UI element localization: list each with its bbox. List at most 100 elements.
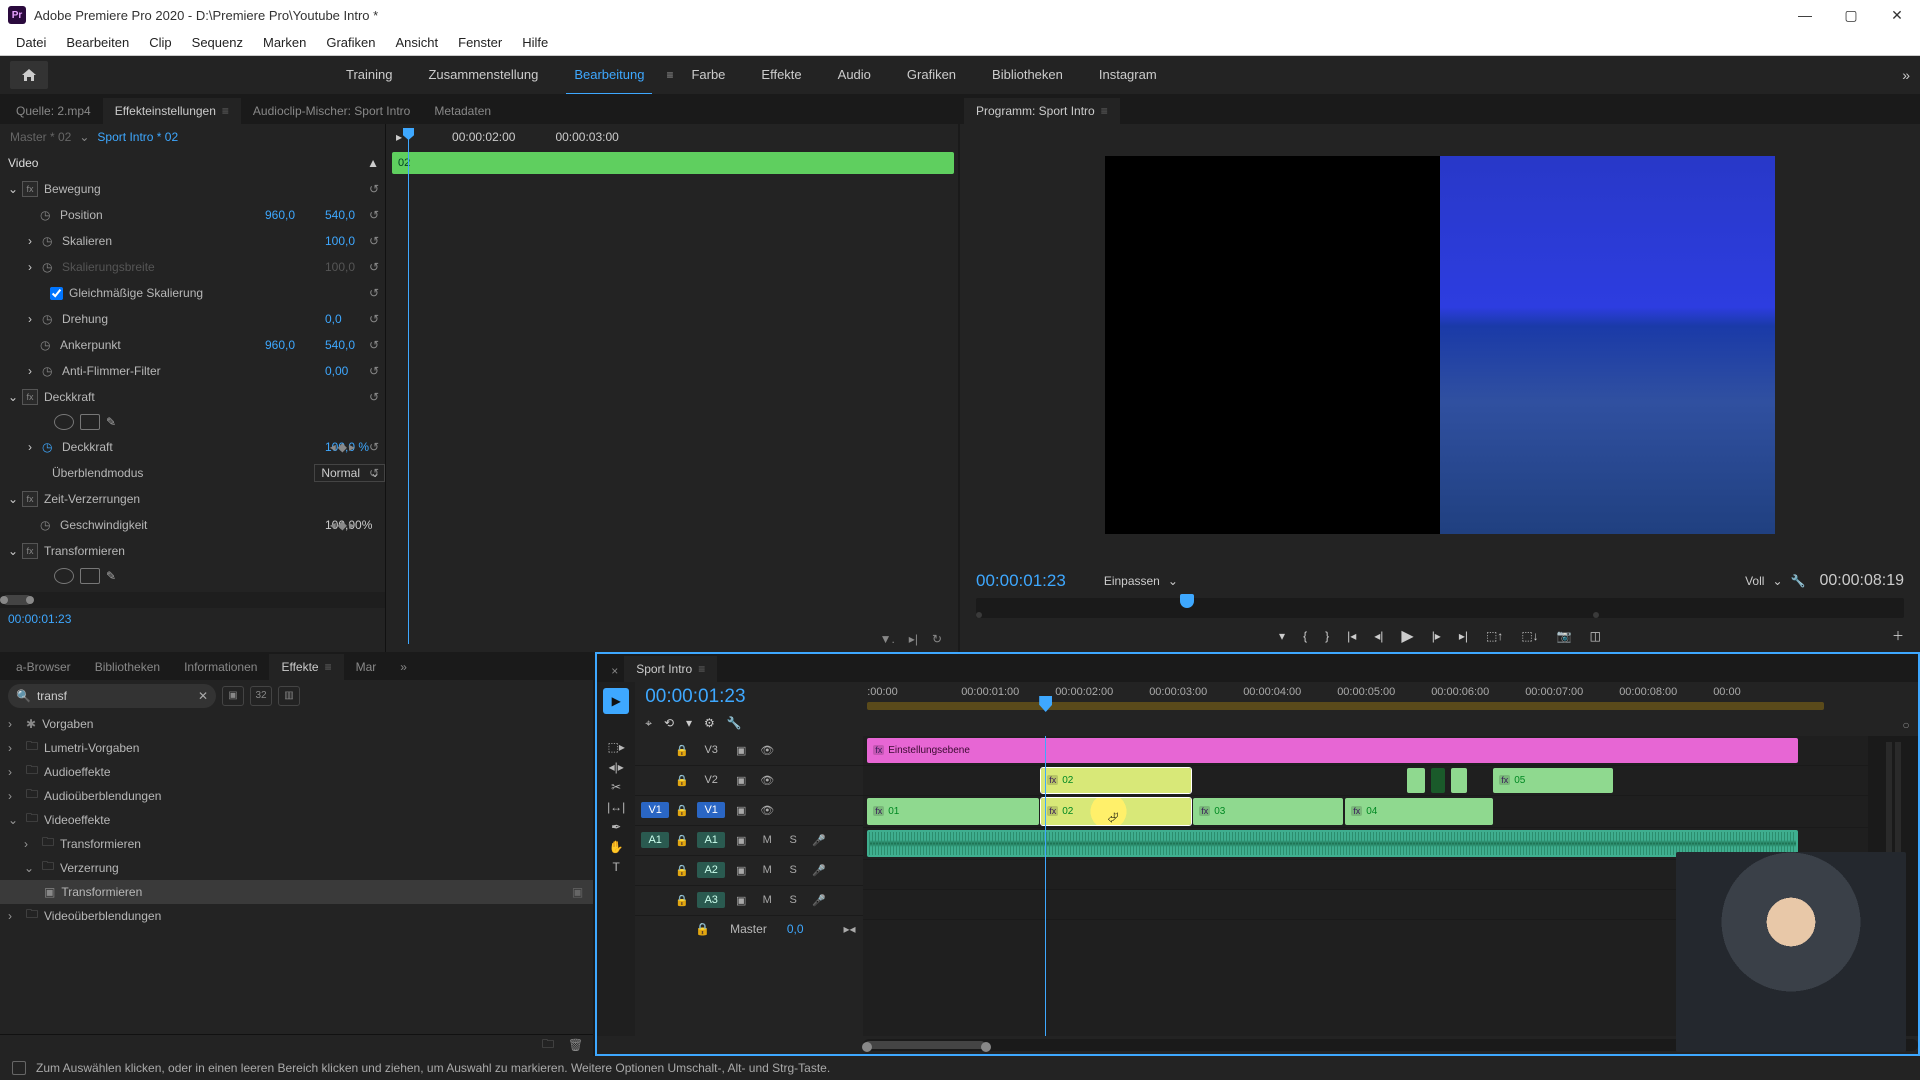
compare-icon[interactable]: ◫ [1590, 629, 1601, 643]
menu-bearbeiten[interactable]: Bearbeiten [56, 31, 139, 54]
quality-select[interactable]: Voll [1745, 574, 1764, 588]
kf-prev-icon[interactable]: ◂ [330, 440, 336, 454]
ripple-tool-icon[interactable]: ◂|▸ [609, 760, 624, 774]
go-to-in-icon[interactable]: |◂ [1347, 629, 1356, 643]
tab-info[interactable]: Informationen [172, 654, 269, 680]
tab-overflow-icon[interactable]: » [388, 654, 419, 680]
tree-transform-effect[interactable]: ▣Transformieren▣ [0, 880, 593, 904]
add-button-icon[interactable]: ＋ [1892, 627, 1904, 644]
extract-icon[interactable]: ⬚↓ [1521, 629, 1538, 643]
home-button[interactable] [10, 61, 48, 89]
trash-icon[interactable]: 🗑 [568, 1038, 583, 1052]
reset-icon[interactable]: ↺ [369, 260, 379, 274]
clear-search-icon[interactable]: ✕ [198, 689, 208, 703]
timeline-settings-icon[interactable]: ○ [1902, 718, 1909, 732]
stopwatch-icon[interactable]: ◷ [42, 234, 58, 248]
ec-loop-icon[interactable]: ↻ [932, 632, 942, 646]
program-playhead[interactable] [1180, 594, 1194, 608]
slip-tool-icon[interactable]: |↔| [607, 800, 625, 814]
tree-audiotrans[interactable]: ›🗀Audioüberblendungen [0, 784, 593, 808]
tab-markers[interactable]: Mar [344, 654, 389, 680]
program-viewer[interactable] [1105, 156, 1775, 534]
ec-clip-bar[interactable]: 02 [392, 152, 954, 174]
tab-audio-mixer[interactable]: Audioclip-Mischer: Sport Intro [241, 98, 422, 124]
in-point-icon[interactable]: { [1303, 629, 1307, 643]
tab-menu-icon[interactable]: ≡ [1101, 104, 1108, 118]
ec-hscroll[interactable] [0, 592, 385, 608]
reset-icon[interactable]: ↺ [369, 390, 379, 404]
wrench-icon[interactable]: 🔧 [727, 716, 742, 731]
twist-icon[interactable]: ⌄ [8, 182, 22, 196]
track-header-a2[interactable]: 🔒A2▣MS🎤 [635, 856, 863, 886]
stopwatch-icon[interactable]: ◷ [40, 338, 56, 352]
timeline-timecode[interactable]: 00:00:01:23 [645, 686, 853, 708]
chevron-down-icon[interactable]: ⌄ [1772, 574, 1782, 588]
twist-icon[interactable]: › [28, 364, 42, 378]
toggle-sync-icon[interactable]: 👁 [757, 774, 777, 787]
clip-v2-a[interactable] [1407, 768, 1425, 793]
ws-training[interactable]: Training [328, 61, 410, 90]
reset-icon[interactable]: ↺ [369, 312, 379, 326]
timeline-ruler[interactable]: :00:0000:00:01:0000:00:02:0000:00:03:000… [863, 682, 1894, 736]
toggle-output-icon[interactable]: ▣ [731, 774, 751, 787]
tab-effect-controls[interactable]: Effekteinstellungen≡ [103, 98, 241, 124]
maximize-button[interactable]: ▢ [1828, 0, 1874, 30]
tab-media-browser[interactable]: a-Browser [4, 654, 83, 680]
menu-sequenz[interactable]: Sequenz [182, 31, 253, 54]
tab-metadata[interactable]: Metadaten [422, 98, 503, 124]
clip-03[interactable]: fx03 [1193, 798, 1343, 825]
track-v3[interactable]: fxEinstellungsebene [863, 736, 1868, 766]
stopwatch-icon[interactable]: ◷ [42, 312, 58, 326]
track-header-master[interactable]: 🔒Master0,0▸◂ [635, 916, 863, 942]
stopwatch-icon[interactable]: ◷ [40, 208, 56, 222]
clip-01[interactable]: fx01 [867, 798, 1039, 825]
clip-v2-02[interactable]: fx02 [1041, 768, 1191, 793]
lock-icon[interactable]: 🔒 [675, 774, 691, 787]
fx-badge[interactable]: fx [22, 543, 38, 559]
32bit-badge-icon[interactable]: 32 [250, 686, 272, 706]
menu-datei[interactable]: Datei [6, 31, 56, 54]
toggle-output-icon[interactable]: ▣ [731, 744, 751, 757]
kf-next-icon[interactable]: ▸ [349, 518, 355, 532]
tab-menu-icon[interactable]: ≡ [698, 662, 705, 676]
fx-badge[interactable]: fx [22, 181, 38, 197]
go-to-out-icon[interactable]: ▸| [1459, 629, 1468, 643]
clip-v2-05[interactable]: fx05 [1493, 768, 1613, 793]
track-header-a3[interactable]: 🔒A3▣MS🎤 [635, 886, 863, 916]
tree-transform-folder[interactable]: ›🗀Transformieren [0, 832, 593, 856]
tree-audiofx[interactable]: ›🗀Audioeffekte [0, 760, 593, 784]
marker-icon[interactable]: ▾ [1279, 629, 1285, 643]
menu-grafiken[interactable]: Grafiken [316, 31, 385, 54]
clip-v2-c[interactable] [1451, 768, 1467, 793]
ws-effekte[interactable]: Effekte [743, 61, 819, 90]
lock-icon[interactable]: 🔒 [695, 922, 710, 936]
reset-icon[interactable]: ↺ [369, 466, 379, 480]
track-header-a1[interactable]: A1🔒A1▣MS🎤 [635, 826, 863, 856]
mask-pen-icon[interactable]: ✎ [106, 569, 116, 583]
lock-icon[interactable]: 🔒 [675, 834, 691, 847]
export-frame-icon[interactable]: 📷 [1557, 629, 1572, 643]
toggle-output-icon[interactable]: ▣ [731, 804, 751, 817]
step-fwd-icon[interactable]: |▸ [1432, 629, 1441, 643]
settings-icon[interactable]: ⚙ [704, 716, 715, 731]
lift-icon[interactable]: ⬚↑ [1486, 629, 1503, 643]
track-v1[interactable]: fx01 fx02⮰ fx03 fx04 [863, 796, 1868, 828]
toggle-output-icon[interactable]: ▣ [731, 834, 751, 847]
effects-search-input[interactable] [37, 689, 192, 703]
reset-icon[interactable]: ↺ [369, 286, 379, 300]
ws-menu-icon[interactable]: ≡ [666, 68, 673, 82]
zoom-fit-select[interactable]: Einpassen [1104, 574, 1160, 588]
kf-prev-icon[interactable]: ◂ [330, 518, 336, 532]
ws-audio[interactable]: Audio [820, 61, 889, 90]
tree-presets[interactable]: ›✱Vorgaben [0, 712, 593, 736]
twist-icon[interactable]: › [28, 440, 42, 454]
program-scrubber[interactable] [976, 598, 1904, 618]
step-back-icon[interactable]: ◂| [1374, 629, 1383, 643]
yuv-badge-icon[interactable]: ▥ [278, 686, 300, 706]
mask-ellipse-icon[interactable] [54, 568, 74, 584]
mute-toggle[interactable]: M [757, 834, 777, 846]
solo-toggle[interactable]: S [783, 834, 803, 846]
stopwatch-icon[interactable]: ◷ [42, 364, 58, 378]
twist-icon[interactable]: › [28, 312, 42, 326]
selection-tool-icon[interactable]: ▶ [603, 688, 629, 714]
